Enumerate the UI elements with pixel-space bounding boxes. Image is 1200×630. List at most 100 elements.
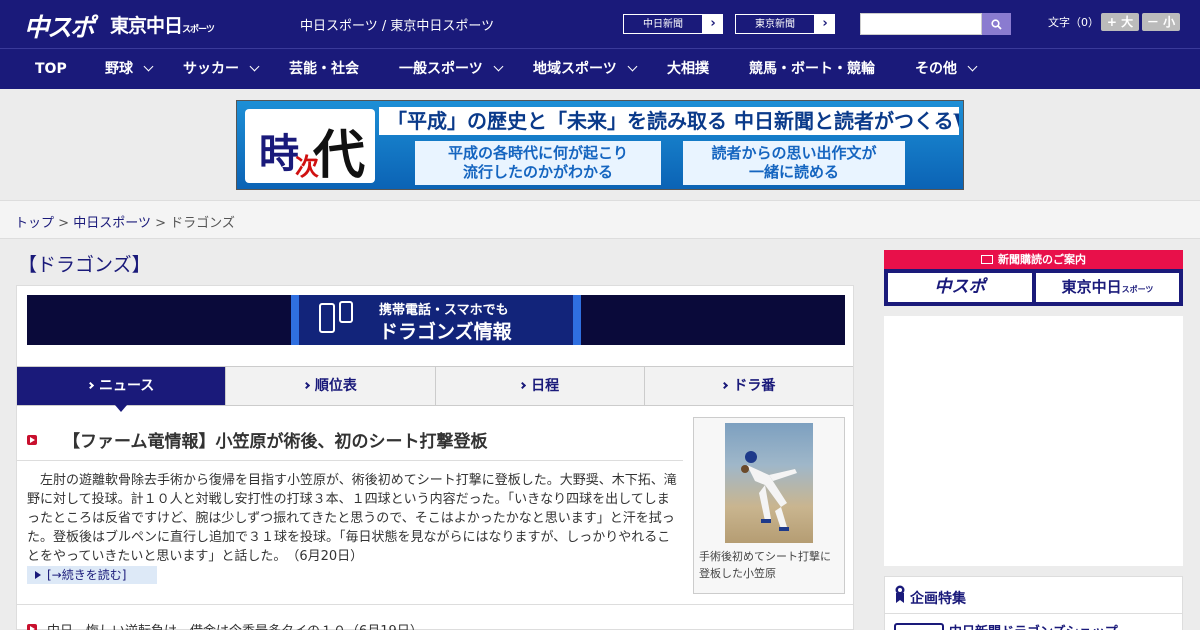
chevron-right-icon — [519, 381, 527, 390]
chuspo-logo[interactable]: 中スポ — [24, 8, 95, 44]
nav-item-racing[interactable]: 競馬・ボート・競輪 — [749, 49, 875, 89]
banner-sub-left-line1: 平成の各時代に何が起こり — [447, 144, 628, 162]
jidai-logo: 時 次 代 — [245, 109, 375, 186]
tab-label: 日程 — [531, 378, 560, 394]
breadcrumb: トップ > 中日スポーツ > ドラゴンズ — [15, 212, 235, 231]
subscribe-tokyo-chunichi-button[interactable]: 東京中日スポーツ — [1036, 273, 1179, 302]
pitcher-illustration — [741, 451, 797, 531]
feature-box: 企画特集 中日新聞ドラゴンズショップ — [884, 576, 1183, 630]
chevron-down-icon — [143, 61, 154, 72]
article-body: 左肘の遊離軟骨除去手術から復帰を目指す小笠原が、術後初めてシート打撃に登板した。… — [27, 473, 677, 564]
jidai-char-3: 代 — [313, 125, 366, 186]
banner-headline: 「平成」の歴史と「未来」を読み取る 中日新聞と読者がつくるWebサイト — [379, 107, 959, 135]
nav-label: 大相撲 — [667, 61, 709, 77]
subscribe-tokyo-chunichi-small: スポーツ — [1121, 285, 1154, 294]
nav-item-other[interactable]: その他 — [915, 49, 978, 89]
play-arrow-icon — [35, 571, 41, 579]
text-size-bigger-button[interactable]: + 大 — [1101, 13, 1139, 31]
article-title[interactable]: 【ファーム竜情報】小笠原が術後、初のシート打撃登板 — [63, 427, 488, 452]
nav-label: 一般スポーツ — [399, 61, 483, 77]
read-more-link[interactable]: [→続きを読む] — [27, 566, 157, 584]
tokyo-shimbun-label: 東京新聞 — [735, 14, 815, 34]
main-content: 携帯電話・スマホでも ドラゴンズ情報 ニュース 順位表 日程 ドラ番 【ファーム… — [16, 285, 854, 630]
banner-sub-right-line2: 一緒に読める — [748, 163, 839, 181]
banner-sub-left-line2: 流行したのかがわかる — [462, 163, 613, 181]
chevron-right-icon — [721, 381, 729, 390]
smartphone-icon — [319, 303, 335, 333]
text-size-smaller-button[interactable]: － 小 — [1142, 13, 1180, 31]
subscribe-tokyo-chunichi-label: 東京中日 — [1061, 278, 1122, 296]
subscribe-chuspo-button[interactable]: 中スポ — [888, 273, 1032, 302]
nav-label: 芸能・社会 — [289, 61, 359, 77]
article-bullet-icon — [27, 624, 37, 630]
tokyo-chunichi-logo-small: スポーツ — [182, 25, 215, 35]
top-header: 中スポ 東京中日スポーツ 中日スポーツ / 東京中日スポーツ 中日新聞 › 東京… — [0, 0, 1200, 48]
mobile-banner-inner: 携帯電話・スマホでも ドラゴンズ情報 — [291, 295, 581, 345]
search-input[interactable] — [860, 13, 982, 35]
banner-sub-left: 平成の各時代に何が起こり 流行したのかがわかる — [415, 141, 661, 185]
banner-sub-right-line1: 読者からの思い出作文が — [711, 144, 877, 162]
mobile-banner-line2: ドラゴンズ情報 — [379, 321, 512, 343]
article-photo-box: 手術後初めてシート打撃に登板した小笠原 — [693, 417, 845, 594]
mobile-dragons-banner[interactable]: 携帯電話・スマホでも ドラゴンズ情報 — [27, 295, 845, 345]
ribbon-icon — [895, 585, 905, 603]
divider — [885, 613, 1182, 614]
nav-item-soccer[interactable]: サッカー — [183, 49, 260, 89]
tokyo-chunichi-logo[interactable]: 東京中日スポーツ — [110, 11, 215, 38]
chevron-right-icon: › — [822, 16, 828, 31]
nav-item-sumo[interactable]: 大相撲 — [667, 49, 709, 89]
nav-label: サッカー — [183, 61, 239, 77]
jidai-banner-ad[interactable]: 時 次 代 「平成」の歴史と「未来」を読み取る 中日新聞と読者がつくるWebサイ… — [236, 100, 964, 190]
article-photo[interactable] — [725, 423, 813, 543]
breadcrumb-bar: トップ > 中日スポーツ > ドラゴンズ — [0, 200, 1200, 239]
nav-label: 野球 — [105, 61, 133, 77]
nav-label: TOP — [35, 61, 67, 77]
chunichi-shimbun-label: 中日新聞 — [623, 14, 703, 34]
breadcrumb-chunichi-sports[interactable]: 中日スポーツ — [73, 216, 151, 231]
nav-label: その他 — [915, 61, 957, 77]
main-nav: TOP 野球 サッカー 芸能・社会 一般スポーツ 地域スポーツ 大相撲 競馬・ボ… — [0, 48, 1200, 89]
read-more-label: [→続きを読む] — [47, 568, 127, 582]
page-title: 【ドラゴンズ】 — [18, 254, 151, 276]
chevron-down-icon — [627, 61, 638, 72]
chunichi-shimbun-link[interactable]: 中日新聞 › — [622, 13, 724, 35]
chevron-right-icon — [86, 381, 95, 390]
photo-caption: 手術後初めてシート打撃に登板した小笠原 — [699, 550, 831, 580]
chevron-down-icon — [249, 61, 260, 72]
tab-standings[interactable]: 順位表 — [226, 367, 436, 405]
site-names: 中日スポーツ / 東京中日スポーツ — [300, 19, 495, 34]
breadcrumb-separator: > — [155, 216, 166, 231]
article-bullet-icon — [27, 435, 37, 445]
divider — [17, 460, 683, 461]
chevron-right-icon — [302, 381, 310, 390]
subscription-box: 新聞購読のご案内 中スポ 東京中日スポーツ — [884, 250, 1183, 306]
nav-item-general-sports[interactable]: 一般スポーツ — [399, 49, 504, 89]
article-list-item[interactable]: 中日、悔しい逆転負け 借金は今季最多タイの１０（6月19日） — [47, 620, 423, 630]
subscription-header-label: 新聞購読のご案内 — [998, 253, 1086, 266]
subscription-header: 新聞購読のご案内 — [884, 250, 1183, 269]
search-icon — [991, 18, 1002, 30]
divider — [17, 604, 853, 605]
tab-schedule[interactable]: 日程 — [435, 367, 645, 405]
tab-draban[interactable]: ドラ番 — [644, 367, 853, 405]
nav-item-regional-sports[interactable]: 地域スポーツ — [533, 49, 638, 89]
breadcrumb-top[interactable]: トップ — [15, 216, 54, 231]
nav-item-entertainment[interactable]: 芸能・社会 — [289, 49, 359, 89]
tokyo-shimbun-link[interactable]: 東京新聞 › — [734, 13, 836, 35]
tab-label: ドラ番 — [733, 378, 776, 394]
jidai-char-1: 時 — [259, 130, 299, 177]
tab-news[interactable]: ニュース — [17, 367, 227, 412]
text-size-label: 文字（0） — [1048, 16, 1099, 29]
banner-sub-right: 読者からの思い出作文が 一緒に読める — [683, 141, 905, 185]
dragons-shop-thumb[interactable] — [894, 623, 944, 630]
nav-item-baseball[interactable]: 野球 — [105, 49, 154, 89]
mobile-banner-line1: 携帯電話・スマホでも — [379, 303, 509, 318]
chevron-down-icon — [493, 61, 504, 72]
tab-label: ニュース — [98, 378, 155, 394]
phone-icon — [339, 301, 353, 323]
search-button[interactable] — [982, 13, 1011, 35]
feature-item-dragons-shop[interactable]: 中日新聞ドラゴンズショップ — [949, 621, 1118, 630]
chevron-right-icon: › — [710, 16, 716, 31]
nav-item-top[interactable]: TOP — [35, 49, 67, 89]
sidebar-ad-slot — [884, 316, 1183, 566]
